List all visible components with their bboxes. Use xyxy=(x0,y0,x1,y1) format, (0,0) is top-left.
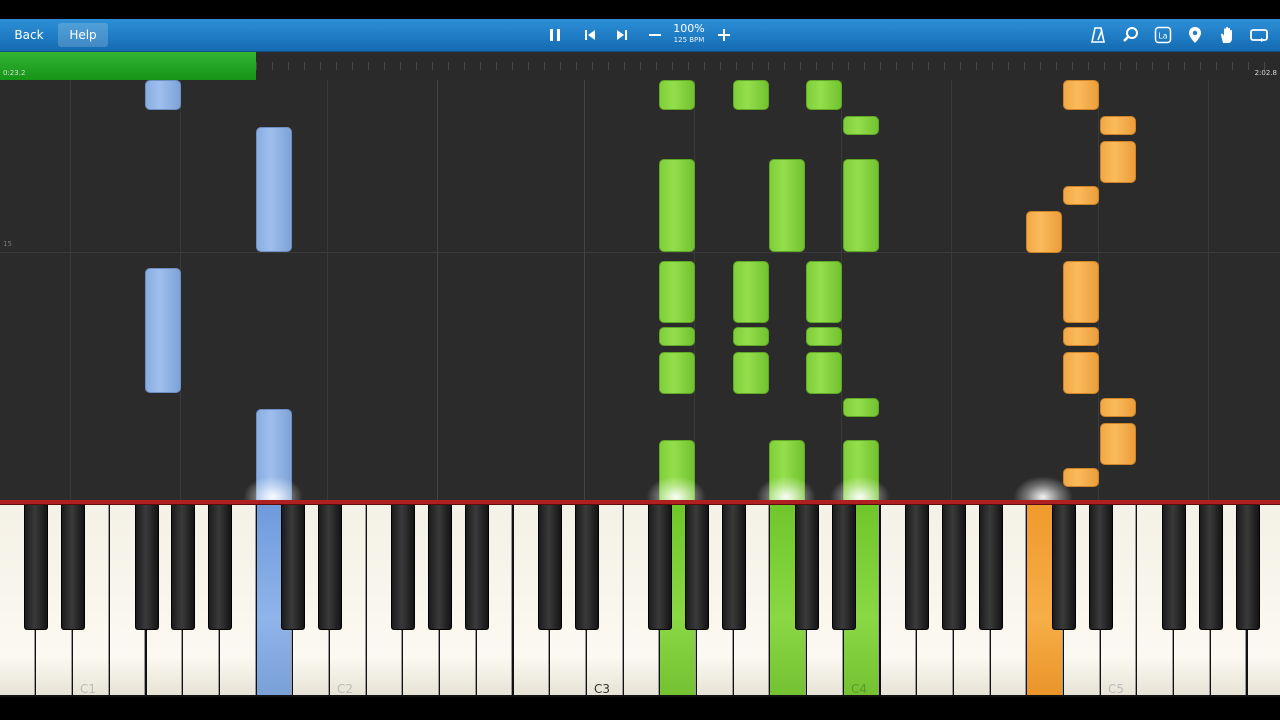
black-key[interactable] xyxy=(1162,505,1187,630)
note xyxy=(733,352,769,394)
note xyxy=(145,80,181,110)
previous-icon[interactable] xyxy=(578,23,602,47)
note xyxy=(1063,327,1099,346)
black-key[interactable] xyxy=(905,505,930,630)
label-icon[interactable]: La xyxy=(1151,23,1175,47)
black-key[interactable] xyxy=(1088,505,1113,630)
black-key[interactable] xyxy=(24,505,49,630)
note xyxy=(806,80,842,110)
toolbar: Back Help 100% 125 BPM La xyxy=(0,19,1280,52)
search-icon[interactable] xyxy=(1119,23,1143,47)
key-label-c5: C5 xyxy=(1108,682,1125,696)
note xyxy=(843,398,879,417)
note xyxy=(256,127,292,252)
note xyxy=(733,80,769,110)
black-key[interactable] xyxy=(685,505,709,630)
hand-icon[interactable] xyxy=(1215,23,1239,47)
key-label-c1: C1 xyxy=(80,682,97,696)
black-key[interactable] xyxy=(538,505,563,630)
black-key[interactable] xyxy=(574,505,599,630)
measure-number: 15 xyxy=(3,240,12,248)
note xyxy=(1100,141,1136,183)
black-key[interactable] xyxy=(318,505,342,630)
note xyxy=(769,159,805,252)
speed-readout: 100% 125 BPM xyxy=(668,23,710,45)
note xyxy=(1100,116,1136,135)
note xyxy=(1063,261,1099,323)
note xyxy=(1063,186,1099,205)
total-time: 2:02.8 xyxy=(1254,69,1277,77)
metronome-icon[interactable] xyxy=(1086,23,1110,47)
next-icon[interactable] xyxy=(610,23,634,47)
black-key[interactable] xyxy=(428,505,453,630)
black-key[interactable] xyxy=(171,505,196,630)
black-key[interactable] xyxy=(795,505,820,630)
back-button[interactable]: Back xyxy=(6,23,52,47)
help-button[interactable]: Help xyxy=(58,23,108,47)
plus-icon[interactable] xyxy=(712,23,736,47)
note xyxy=(806,352,842,394)
note xyxy=(806,261,842,323)
key-label-c4: C4 xyxy=(851,682,868,696)
timeline-scrubber[interactable]: 0:23.2 2:02.8 xyxy=(0,52,1280,80)
black-key[interactable] xyxy=(134,505,159,630)
note xyxy=(659,261,695,323)
black-key[interactable] xyxy=(464,505,489,630)
key-label-c3: C3 xyxy=(594,682,611,696)
timeline-progress xyxy=(0,52,256,80)
black-key[interactable] xyxy=(61,505,86,630)
note xyxy=(1100,398,1136,417)
black-key[interactable] xyxy=(1198,505,1223,630)
current-time: 0:23.2 xyxy=(3,69,26,77)
tempo-bpm: 125 BPM xyxy=(673,36,705,44)
pause-icon[interactable] xyxy=(543,23,567,47)
black-key[interactable] xyxy=(281,505,306,630)
piano-keyboard xyxy=(0,505,1280,697)
note xyxy=(659,80,695,110)
note xyxy=(806,327,842,346)
label-icon-text: La xyxy=(1158,32,1167,41)
bottom-bar xyxy=(0,697,1280,720)
black-key[interactable] xyxy=(391,505,416,630)
speed-percent: 100% xyxy=(673,22,705,35)
piano-roll: 15 xyxy=(0,80,1280,500)
note xyxy=(145,268,181,393)
note xyxy=(659,352,695,394)
note xyxy=(1063,80,1099,110)
loop-icon[interactable] xyxy=(1247,23,1271,47)
black-key[interactable] xyxy=(831,505,856,630)
marker-icon[interactable] xyxy=(1183,23,1207,47)
note xyxy=(659,327,695,346)
black-key[interactable] xyxy=(941,505,966,630)
key-label-c2: C2 xyxy=(337,682,354,696)
note xyxy=(659,159,695,252)
note xyxy=(733,261,769,323)
black-key[interactable] xyxy=(1052,505,1076,630)
black-key[interactable] xyxy=(207,505,232,630)
black-key[interactable] xyxy=(978,505,1003,630)
black-key[interactable] xyxy=(1235,505,1260,630)
note xyxy=(843,116,879,135)
note xyxy=(733,327,769,346)
note xyxy=(843,159,879,252)
black-key[interactable] xyxy=(721,505,746,630)
black-key[interactable] xyxy=(648,505,673,630)
note xyxy=(1026,211,1062,253)
note xyxy=(1063,352,1099,394)
minus-icon[interactable] xyxy=(643,23,667,47)
note xyxy=(1100,423,1136,465)
